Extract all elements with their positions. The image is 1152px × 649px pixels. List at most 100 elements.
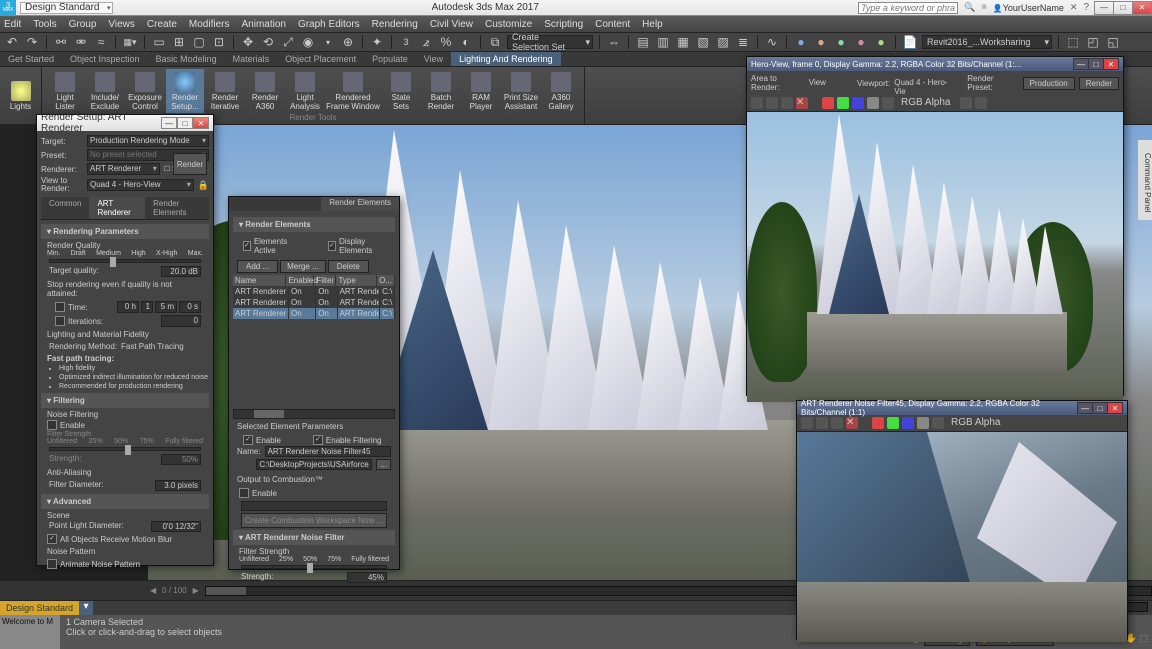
re-tab[interactable]: Render Elements xyxy=(321,197,399,211)
rf1-min[interactable]: — xyxy=(1073,58,1089,70)
selectfilter-icon[interactable]: ▦▾ xyxy=(122,34,138,50)
move-icon[interactable]: ✥ xyxy=(240,34,256,50)
rf-a-icon[interactable] xyxy=(867,97,879,109)
workspace-dropdown[interactable]: Design Standard▾ xyxy=(20,2,113,14)
rf2-channel-select[interactable]: RGB Alpha xyxy=(951,417,1001,427)
menu-group[interactable]: Group xyxy=(69,19,97,30)
close-button[interactable]: ✕ xyxy=(1132,1,1152,15)
unlink-icon[interactable]: ⚮ xyxy=(73,34,89,50)
align4-icon[interactable]: ▧ xyxy=(695,34,711,50)
rf-copy-icon[interactable] xyxy=(766,97,778,109)
lights-dropdown[interactable]: Lights xyxy=(4,69,37,122)
rf-b-icon[interactable] xyxy=(852,97,864,109)
iter-field[interactable]: 0 xyxy=(161,315,201,327)
tab-common[interactable]: Common xyxy=(41,197,89,219)
enable-nf-check[interactable]: Enable xyxy=(41,419,209,431)
workspace-menu-icon[interactable]: ▾ xyxy=(79,601,93,615)
render-setup-button[interactable]: RenderSetup... xyxy=(166,69,204,113)
rf2-mono-icon[interactable] xyxy=(932,417,944,429)
menu-graph[interactable]: Graph Editors xyxy=(298,19,360,30)
rf-render-button[interactable]: Render xyxy=(1079,77,1119,90)
filter-diameter-field[interactable]: 3.0 pixels xyxy=(155,480,201,491)
anf-section[interactable]: ▾ ART Renderer Noise Filter xyxy=(233,530,395,545)
rf-overlay-icon[interactable] xyxy=(960,97,972,109)
sep-enable-check[interactable]: Enable xyxy=(237,434,287,446)
filter-strength-slider[interactable] xyxy=(49,447,201,451)
select-icon[interactable]: ▭ xyxy=(151,34,167,50)
bind-icon[interactable]: ≈ xyxy=(93,34,109,50)
dlg-max-icon[interactable]: □ xyxy=(177,117,193,129)
lock-icon[interactable]: 🔒 xyxy=(198,180,209,191)
rf-g-icon[interactable] xyxy=(837,97,849,109)
link-icon[interactable]: ⚯ xyxy=(53,34,69,50)
table-row[interactable]: ART Renderer N...OnOnART Rendere...C:\ xyxy=(233,286,395,297)
menu-help[interactable]: Help xyxy=(642,19,663,30)
align-icon[interactable]: ▤ xyxy=(635,34,651,50)
menu-customize[interactable]: Customize xyxy=(485,19,532,30)
render-a360-button[interactable]: RenderA360 xyxy=(246,69,284,113)
search-icon[interactable]: 🔍 xyxy=(964,2,975,13)
tab-view[interactable]: View xyxy=(416,52,451,66)
light-lister-button[interactable]: LightLister xyxy=(46,69,84,113)
combustion-path[interactable] xyxy=(241,501,387,511)
pctsnap-icon[interactable]: % xyxy=(438,34,454,50)
animatenoise-check[interactable]: Animate Noise Pattern xyxy=(41,558,209,570)
strength-field[interactable]: 50% xyxy=(161,454,201,465)
iter-check[interactable]: Iterations: xyxy=(49,315,109,327)
help-search-input[interactable] xyxy=(858,2,958,14)
state-sets-button[interactable]: StateSets xyxy=(382,69,420,113)
minimize-button[interactable]: — xyxy=(1094,1,1114,15)
pivot-icon[interactable]: ⊕ xyxy=(340,34,356,50)
selectname-icon[interactable]: ⊞ xyxy=(171,34,187,50)
create-combustion-button[interactable]: Create Combustion Workspace Now ... xyxy=(241,513,387,528)
align5-icon[interactable]: ▨ xyxy=(715,34,731,50)
curve-icon[interactable]: ∿ xyxy=(764,34,780,50)
selset-icon[interactable]: ⧉ xyxy=(487,34,503,50)
ext2-icon[interactable]: ◰ xyxy=(1085,34,1101,50)
dlg-min-icon[interactable]: — xyxy=(161,117,177,129)
rf2-save-icon[interactable] xyxy=(801,417,813,429)
mat2-icon[interactable]: ● xyxy=(813,34,829,50)
tab-basicmod[interactable]: Basic Modeling xyxy=(148,52,225,66)
mirror-icon[interactable]: ⇔ xyxy=(606,34,622,50)
user-menu[interactable]: YourUserName xyxy=(993,3,1064,13)
delete-button[interactable]: Delete xyxy=(328,260,369,273)
scale-icon[interactable]: ⤢ xyxy=(280,34,296,50)
layers-icon[interactable]: ≣ xyxy=(735,34,751,50)
redo-icon[interactable]: ↷ xyxy=(24,34,40,50)
fileicon-icon[interactable]: 📄 xyxy=(902,34,918,50)
mat3-icon[interactable]: ● xyxy=(833,34,849,50)
app-logo-icon[interactable]: 3MAX xyxy=(0,0,16,16)
dlg-close-icon[interactable]: ✕ xyxy=(193,117,209,129)
maximize-button[interactable]: □ xyxy=(1113,1,1133,15)
sec-rendparams[interactable]: ▾ Rendering Parameters xyxy=(41,224,209,239)
command-panel-tab[interactable]: Command Panel xyxy=(1138,140,1152,220)
render-button[interactable]: Render xyxy=(173,153,207,175)
sep-filter-check[interactable]: Enable Filtering xyxy=(307,434,388,446)
tab-objplace[interactable]: Object Placement xyxy=(277,52,364,66)
viewport-select[interactable]: Quad 4 - Hero-Vie xyxy=(894,78,953,88)
ext1-icon[interactable]: ⬚ xyxy=(1065,34,1081,50)
render-iterative-button[interactable]: RenderIterative xyxy=(206,69,244,113)
sec-advanced[interactable]: ▾ Advanced xyxy=(41,494,209,509)
maxscript-mini[interactable]: Welcome to M xyxy=(0,615,60,649)
rf1-close[interactable]: ✕ xyxy=(1103,58,1119,70)
selectrect-icon[interactable]: ▢ xyxy=(191,34,207,50)
mat-icon[interactable]: ● xyxy=(793,34,809,50)
menu-edit[interactable]: Edit xyxy=(4,19,21,30)
rendered-frame-button[interactable]: RenderedFrame Window xyxy=(326,69,380,113)
render-method-select[interactable]: Fast Path Tracing xyxy=(121,342,201,352)
rf2-a-icon[interactable] xyxy=(917,417,929,429)
target-quality-field[interactable]: 20.0 dB xyxy=(161,266,201,277)
browse-button[interactable]: ... xyxy=(376,459,391,470)
include-exclude-button[interactable]: Include/Exclude xyxy=(86,69,124,113)
tab-lighting[interactable]: Lighting And Rendering xyxy=(451,52,561,66)
menu-animation[interactable]: Animation xyxy=(241,19,285,30)
undo-icon[interactable]: ↶ xyxy=(4,34,20,50)
add-button[interactable]: Add ... xyxy=(237,260,278,273)
sec-filtering[interactable]: ▾ Filtering xyxy=(41,393,209,408)
area-select[interactable]: View xyxy=(809,78,843,88)
rf2-b-icon[interactable] xyxy=(902,417,914,429)
rf-save-icon[interactable] xyxy=(751,97,763,109)
quality-slider[interactable] xyxy=(49,259,201,263)
